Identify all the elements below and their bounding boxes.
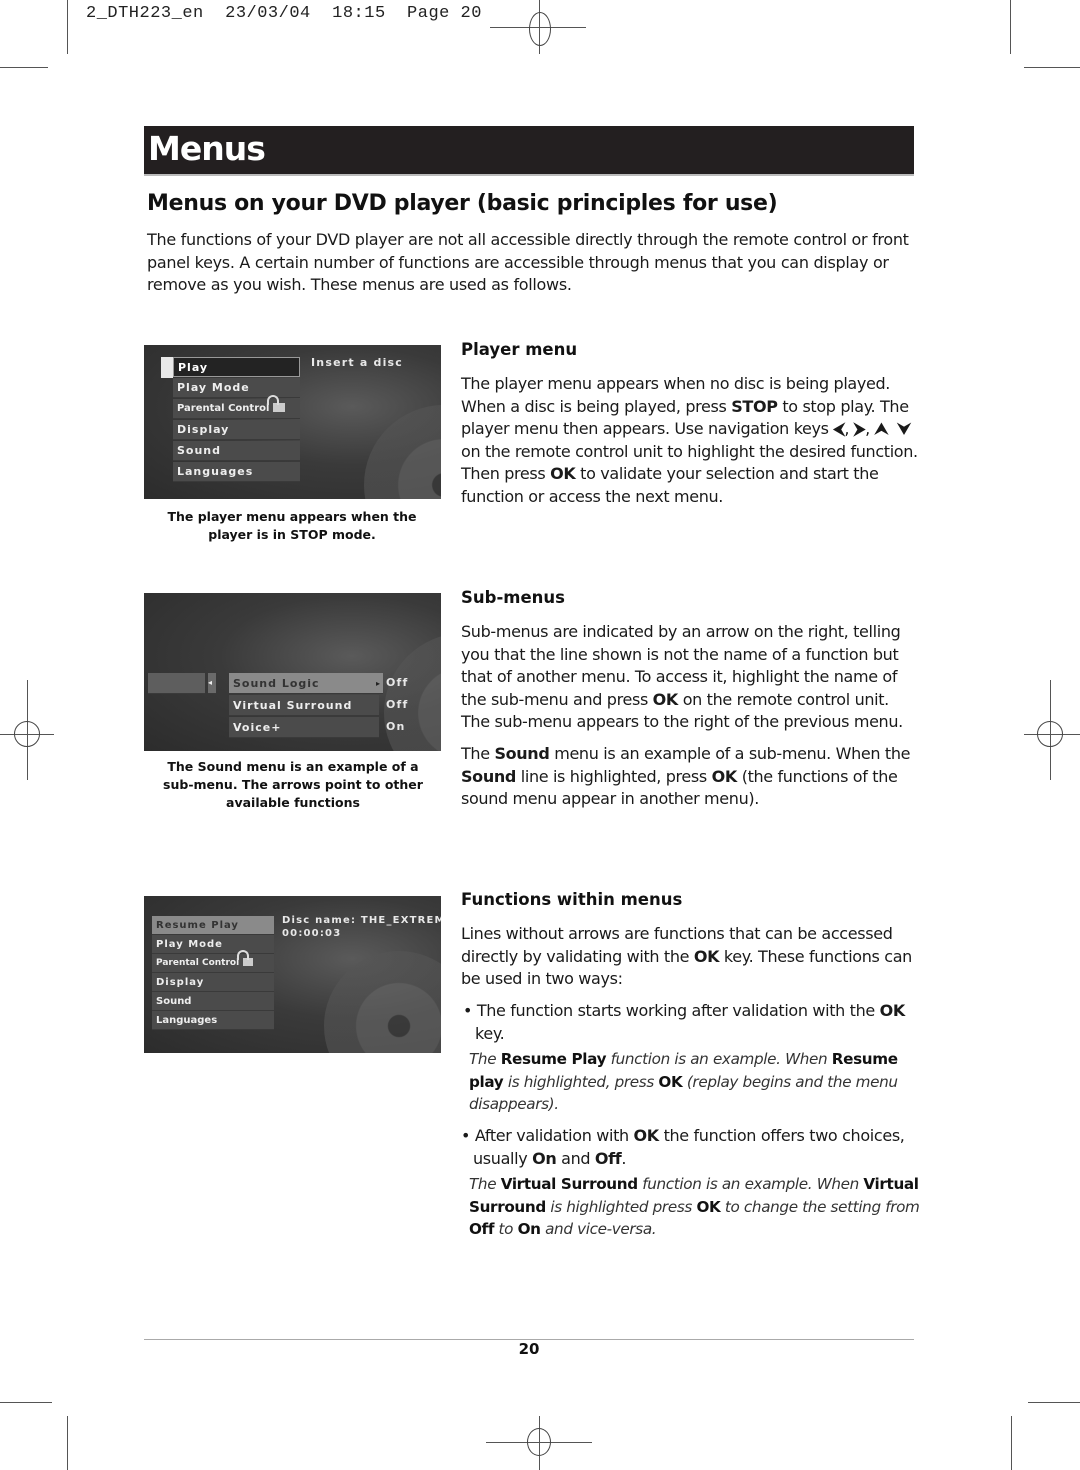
- lock-icon: [267, 395, 286, 412]
- functions-note-2: The Virtual Surround function is an exam…: [469, 1175, 920, 1238]
- submenu-item: Sound Logic ▸: [229, 673, 383, 694]
- menu-item: Play Mode: [152, 935, 274, 954]
- submenu-item: Virtual Surround: [229, 695, 379, 716]
- menu-item: Languages: [173, 462, 300, 482]
- crop-mark: [1024, 67, 1080, 68]
- intro-paragraph: The functions of your DVD player are not…: [147, 230, 909, 295]
- player-menu-screenshot: Play Play Mode Parental Control Display …: [144, 345, 441, 499]
- menu-item: Parental Control: [173, 395, 300, 419]
- section-title-bar: Menus: [144, 126, 914, 176]
- disc-name: Disc name: THE_EXTREME: [282, 915, 441, 926]
- disc-graphic: [364, 405, 441, 499]
- submenu-value: On: [386, 720, 406, 733]
- functions-bullet-2: • After validation with OK the function …: [461, 1126, 905, 1168]
- page-number: 20: [518, 1340, 540, 1358]
- disc-graphic: [324, 951, 441, 1053]
- player-menu-text: The player menu appears when no disc is …: [461, 374, 918, 506]
- resume-play-screenshot: Resume Play Play Mode Parental Control D…: [144, 896, 441, 1053]
- player-menu-caption: The player menu appears when the player …: [167, 509, 417, 542]
- print-slug: 2_DTH223_en 23/03/04 18:15 Page 20: [86, 4, 482, 23]
- submenu-item-label: Sound Logic: [233, 677, 320, 690]
- registration-circle: [14, 721, 40, 747]
- player-menu-heading: Player menu: [461, 340, 578, 359]
- menu-item: Sound: [173, 441, 300, 461]
- crop-mark: [1010, 0, 1011, 54]
- functions-bullet-1: • The function starts working after vali…: [463, 1001, 905, 1043]
- crop-mark: [67, 0, 68, 54]
- menu-item: Display: [173, 420, 300, 440]
- elapsed-time: 00:00:03: [282, 928, 342, 939]
- sound-submenu-screenshot: ◂ Sound Logic ▸ Virtual Surround Voice+ O…: [144, 593, 441, 751]
- registration-circle: [529, 12, 551, 46]
- menu-item: Play Mode: [173, 378, 300, 398]
- crop-mark: [67, 1416, 68, 1470]
- menu-item: Display: [152, 973, 274, 992]
- submenu-item: Voice+: [229, 717, 379, 738]
- sound-submenu-caption: The Sound menu is an example of a sub-me…: [163, 759, 423, 810]
- menu-item-label: Parental Control: [156, 958, 240, 968]
- crop-mark: [0, 67, 48, 68]
- lock-icon: [237, 950, 254, 966]
- menu-item: Sound: [152, 992, 274, 1011]
- crop-mark: [1011, 1416, 1012, 1470]
- functions-heading: Functions within menus: [461, 890, 683, 909]
- section-title: Menus: [148, 129, 266, 168]
- menu-item-label: Parental Control: [177, 403, 270, 414]
- arrow-right-icon: ▸: [375, 679, 381, 688]
- parent-menu-item: [148, 673, 205, 694]
- sub-menus-heading: Sub-menus: [461, 588, 565, 607]
- page-heading: Menus on your DVD player (basic principl…: [147, 191, 778, 216]
- crop-mark: [0, 1402, 52, 1403]
- crop-mark: [1028, 1402, 1080, 1403]
- menu-item: Languages: [152, 1011, 274, 1030]
- registration-circle: [527, 1428, 551, 1456]
- disc-graphic: [384, 633, 441, 751]
- menu-scroll-left: ◂: [208, 673, 216, 694]
- selection-marker: [161, 357, 173, 378]
- functions-text: Lines without arrows are functions that …: [461, 924, 912, 988]
- submenu-value: Off: [386, 676, 409, 689]
- menu-item: Play: [173, 357, 300, 377]
- registration-circle: [1037, 721, 1063, 747]
- status-message: Insert a disc: [311, 356, 404, 369]
- submenu-value: Off: [386, 698, 409, 711]
- sub-menus-text-2: The Sound menu is an example of a sub-me…: [461, 744, 911, 808]
- menu-item: Parental Control: [152, 950, 274, 973]
- menu-item: Resume Play: [152, 916, 274, 935]
- sub-menus-text-1: Sub-menus are indicated by an arrow on t…: [461, 622, 903, 731]
- functions-note-1: The Resume Play function is an example. …: [469, 1050, 898, 1113]
